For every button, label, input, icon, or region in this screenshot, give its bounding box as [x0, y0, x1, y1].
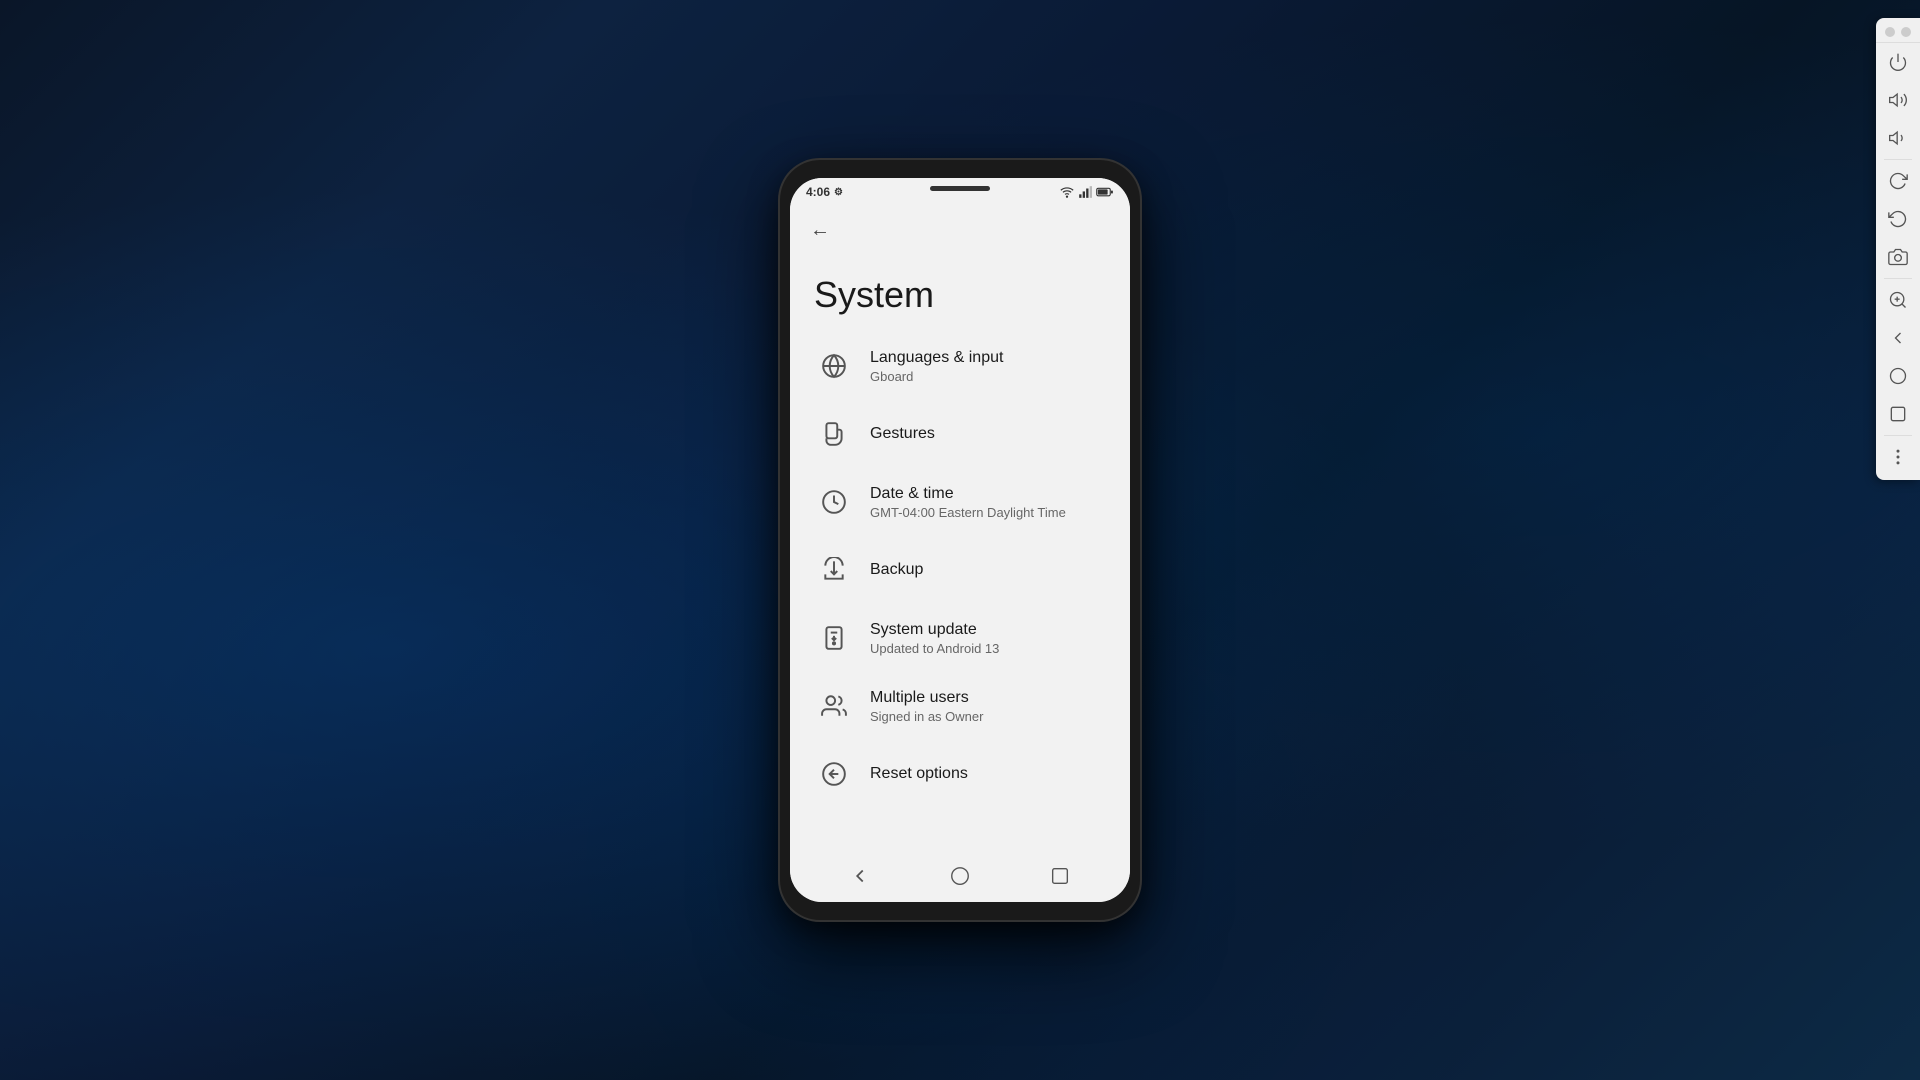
back-button[interactable]: ← — [802, 212, 838, 248]
toolbar-rotate-cw-button[interactable] — [1880, 163, 1916, 199]
home-nav-icon — [1888, 366, 1908, 386]
settings-item-multiple-users[interactable]: Multiple users Signed in as Owner — [790, 672, 1130, 740]
settings-text-multiple-users: Multiple users Signed in as Owner — [870, 688, 1106, 725]
toolbar-header — [1876, 22, 1920, 43]
settings-text-gestures: Gestures — [870, 424, 1106, 445]
rotate-cw-icon — [1888, 171, 1908, 191]
status-bar: 4:06 ⚙ — [790, 178, 1130, 206]
toolbar-more-button[interactable] — [1880, 439, 1916, 475]
globe-icon — [814, 346, 854, 386]
top-bar: ← — [790, 206, 1130, 254]
signal-icon — [1078, 185, 1092, 199]
volume-up-icon — [1888, 90, 1908, 110]
back-arrow-icon: ← — [810, 219, 830, 242]
settings-text-languages: Languages & input Gboard — [870, 348, 1106, 385]
zoom-in-icon — [1888, 290, 1908, 310]
sublabel-datetime: GMT-04:00 Eastern Daylight Time — [870, 505, 1106, 520]
toolbar-back-nav-button[interactable] — [1880, 320, 1916, 356]
sublabel-languages: Gboard — [870, 369, 1106, 384]
camera-icon — [1888, 247, 1908, 267]
toolbar-screenshot-button[interactable] — [1880, 239, 1916, 275]
backup-icon — [814, 550, 854, 590]
settings-item-system-update[interactable]: System update Updated to Android 13 — [790, 604, 1130, 672]
toolbar-zoom-in-button[interactable] — [1880, 282, 1916, 318]
label-languages: Languages & input — [870, 348, 1106, 369]
settings-item-backup[interactable]: Backup — [790, 536, 1130, 604]
label-reset: Reset options — [870, 764, 1106, 785]
label-multiple-users: Multiple users — [870, 688, 1106, 709]
rotate-ccw-icon — [1888, 209, 1908, 229]
clock-icon — [814, 482, 854, 522]
nav-bar — [790, 850, 1130, 902]
settings-item-gestures[interactable]: Gestures — [790, 400, 1130, 468]
wifi-icon — [1060, 185, 1074, 199]
screen-content: System Languages & input — [790, 254, 1130, 850]
toolbar-home-button[interactable] — [1880, 358, 1916, 394]
label-gestures: Gestures — [870, 424, 1106, 445]
settings-text-system-update: System update Updated to Android 13 — [870, 620, 1106, 657]
label-backup: Backup — [870, 560, 1106, 581]
toolbar-close-button[interactable] — [1901, 27, 1911, 37]
label-system-update: System update — [870, 620, 1106, 641]
toolbar-rotate-ccw-button[interactable] — [1880, 201, 1916, 237]
toolbar-divider-3 — [1884, 435, 1912, 436]
toolbar-divider-2 — [1884, 278, 1912, 279]
settings-text-backup: Backup — [870, 560, 1106, 581]
toolbar-recents-button[interactable] — [1880, 396, 1916, 432]
battery-icon — [1096, 186, 1114, 198]
phone-speaker — [930, 186, 990, 191]
side-toolbar — [1876, 18, 1920, 480]
settings-item-reset[interactable]: Reset options — [790, 740, 1130, 808]
phone-device: 4:06 ⚙ — [780, 160, 1140, 920]
more-icon — [1888, 447, 1908, 467]
toolbar-divider-1 — [1884, 159, 1912, 160]
settings-text-reset: Reset options — [870, 764, 1106, 785]
volume-down-icon — [1888, 128, 1908, 148]
settings-text-datetime: Date & time GMT-04:00 Eastern Daylight T… — [870, 484, 1106, 521]
settings-item-languages[interactable]: Languages & input Gboard — [790, 332, 1130, 400]
label-datetime: Date & time — [870, 484, 1106, 505]
settings-item-datetime[interactable]: Date & time GMT-04:00 Eastern Daylight T… — [790, 468, 1130, 536]
status-time: 4:06 — [806, 185, 830, 199]
recents-icon — [1888, 404, 1908, 424]
toolbar-minimize-button[interactable] — [1885, 27, 1895, 37]
toolbar-power-button[interactable] — [1880, 44, 1916, 80]
settings-icon: ⚙ — [834, 187, 843, 198]
settings-list: Languages & input Gboard — [790, 332, 1130, 808]
toolbar-vol-up-button[interactable] — [1880, 82, 1916, 118]
sublabel-system-update: Updated to Android 13 — [870, 641, 1106, 656]
sublabel-multiple-users: Signed in as Owner — [870, 709, 1106, 724]
phone-screen: 4:06 ⚙ — [790, 178, 1130, 902]
power-icon — [1888, 52, 1908, 72]
nav-home-button[interactable] — [938, 854, 982, 898]
phone-update-icon — [814, 618, 854, 658]
gestures-icon — [814, 414, 854, 454]
users-icon — [814, 686, 854, 726]
nav-back-button[interactable] — [838, 854, 882, 898]
toolbar-vol-down-button[interactable] — [1880, 120, 1916, 156]
back-nav-icon — [1888, 328, 1908, 348]
reset-icon — [814, 754, 854, 794]
nav-recents-button[interactable] — [1038, 854, 1082, 898]
page-title: System — [790, 254, 1130, 332]
